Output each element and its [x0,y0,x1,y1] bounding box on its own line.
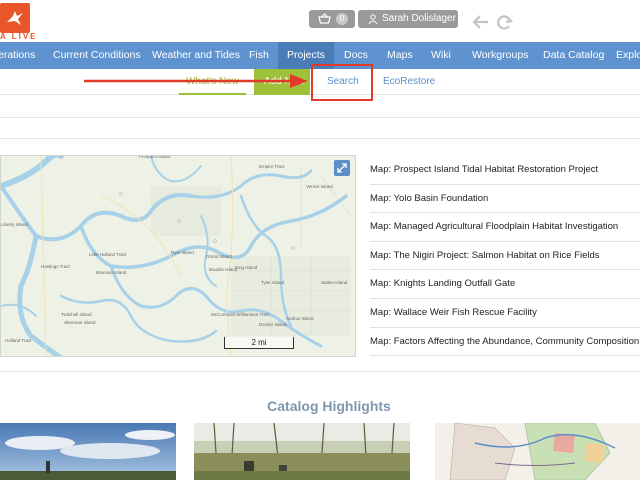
user-icon [368,14,378,24]
catalog-highlights-heading: Catalog Highlights [267,398,391,414]
nav-item-maps[interactable]: Maps [387,42,413,69]
svg-text:Staten Island: Staten Island [321,280,348,285]
svg-text:McCormack-Williamson Tract: McCormack-Williamson Tract [211,312,270,317]
svg-text:Ryer Island: Ryer Island [171,250,194,255]
svg-text:Bouldin Island: Bouldin Island [209,267,238,272]
projects-map[interactable]: Prospect Island Liberty Island Little Ho… [0,155,356,357]
logo[interactable] [0,3,30,33]
map-list-item[interactable]: Map: Wallace Weir Fish Rescue Facility [370,299,640,328]
search-highlight-box [311,64,373,101]
svg-text:Prospect Island: Prospect Island [139,156,171,159]
map-list-item[interactable]: Map: Yolo Basin Foundation [370,185,640,214]
svg-text:King Island: King Island [235,265,258,270]
svg-text:Decker Island: Decker Island [259,322,287,327]
svg-text:Holland Tract: Holland Tract [5,338,32,343]
expand-icon [337,163,347,173]
svg-text:Venice Island: Venice Island [306,184,333,189]
map-canvas[interactable]: Prospect Island Liberty Island Little Ho… [1,156,356,357]
cart-count-badge: 0 [336,13,348,25]
basket-icon [318,13,331,24]
map-scale-bar: 2 mi [224,337,294,349]
back-arrow-icon[interactable] [472,14,490,30]
map-list-item[interactable]: Map: Knights Landing Outfall Gate [370,270,640,299]
cart-button[interactable]: 0 [309,10,355,28]
nav-item-operations[interactable]: erations [0,42,35,69]
map-list-item[interactable]: Map: The Nigiri Project: Salmon Habitat … [370,242,640,271]
map-list-item[interactable]: Map: Managed Agricultural Floodplain Hab… [370,213,640,242]
bird-logo-icon [7,11,23,25]
user-account-button[interactable]: Sarah Dolislager [358,10,458,28]
nav-item-wiki[interactable]: Wiki [431,42,451,69]
map-fullscreen-button[interactable] [334,160,350,176]
svg-text:Empire Tract: Empire Tract [259,164,285,169]
map-list: Map: Prospect Island Tidal Habitat Resto… [370,156,640,357]
nav-item-fish[interactable]: Fish [249,42,269,69]
catalog-highlight-map[interactable] [435,423,640,480]
header: A LIVE 0 Sarah Dolislager [0,0,640,42]
nav-item-explore[interactable]: Explor [616,42,640,69]
map-list-item[interactable]: Map: Prospect Island Tidal Habitat Resto… [370,156,640,185]
nav-item-workgroups[interactable]: Workgroups [472,42,528,69]
svg-text:Sherman Island: Sherman Island [64,320,96,325]
svg-text:Liberty Island: Liberty Island [1,222,28,227]
svg-text:Little Holland Tract: Little Holland Tract [89,252,127,257]
svg-text:Hastings Tract: Hastings Tract [41,264,71,269]
logo-text: A LIVE [0,32,38,41]
svg-text:Tyler Island: Tyler Island [261,280,285,285]
svg-text:Twitchell Island: Twitchell Island [61,312,92,317]
divider [0,117,640,118]
annotation-arrow [84,74,308,88]
user-name: Sarah Dolislager [382,13,456,24]
subnav-ecorestore[interactable]: EcoRestore [383,69,435,95]
map-list-item[interactable]: Map: Factors Affecting the Abundance, Co… [370,328,640,357]
catalog-highlight-photo-field[interactable] [194,423,410,480]
divider [0,371,640,372]
redo-arrow-icon[interactable] [496,14,514,30]
svg-text:Andrus Island: Andrus Island [286,316,314,321]
nav-item-data-catalog[interactable]: Data Catalog [543,42,604,69]
nav-item-weather-and-tides[interactable]: Weather and Tides [152,42,240,69]
divider [0,138,640,139]
svg-text:Grand Island: Grand Island [206,254,232,259]
catalog-highlight-photo-sky[interactable] [0,423,176,480]
nav-item-current-conditions[interactable]: Current Conditions [53,42,141,69]
page: A LIVE 0 Sarah Dolislager erations Curre… [0,0,640,480]
svg-text:Brannan Island: Brannan Island [96,270,127,275]
